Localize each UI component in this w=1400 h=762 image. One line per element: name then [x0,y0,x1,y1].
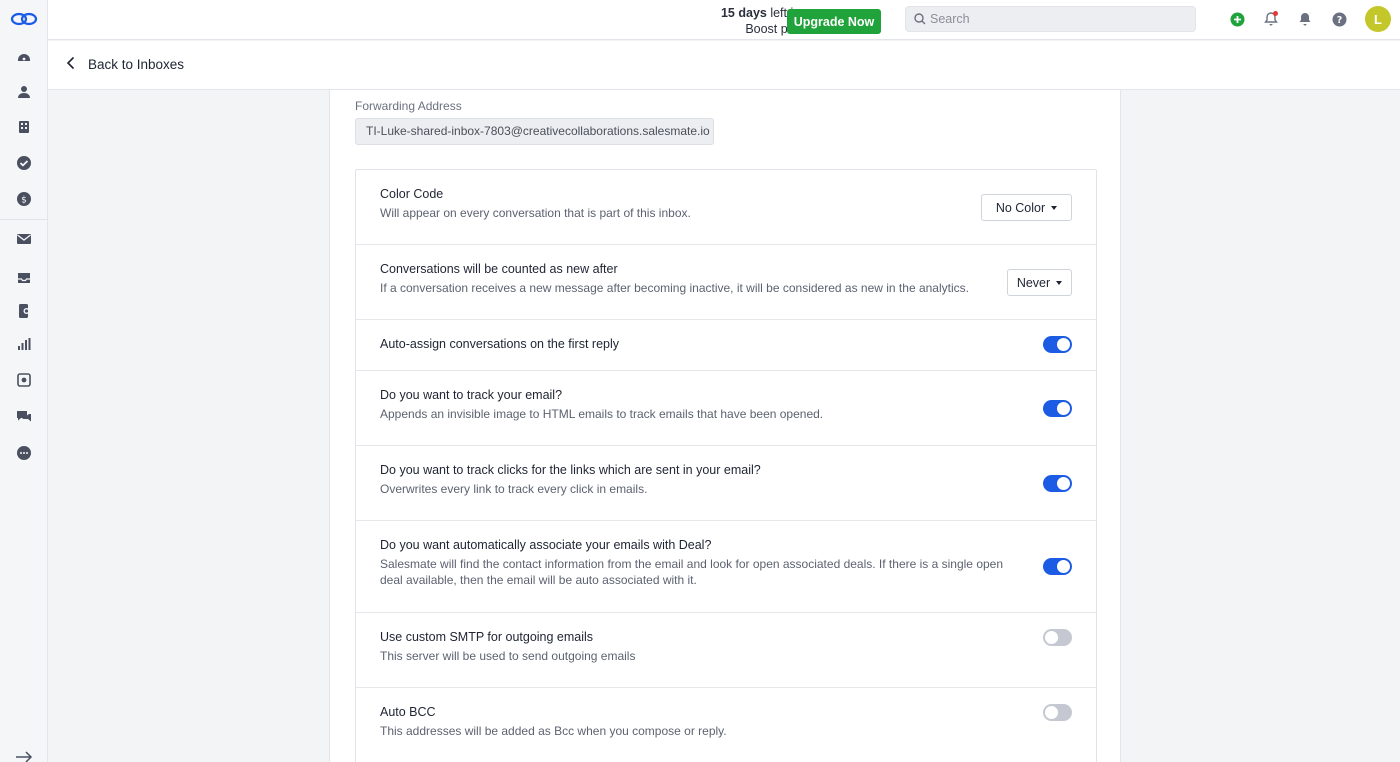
rail-divider [0,219,48,220]
top-bar: 15 days left in your Boost plan trial Up… [48,0,1400,40]
setting-description: This addresses will be added as Bcc when… [380,724,727,738]
toggle-knob [1057,402,1070,415]
setting-title: Color Code [380,187,444,201]
track-clicks-toggle[interactable] [1043,475,1072,492]
toggle-knob [1057,338,1070,351]
inbox-settings-panel: Forwarding Address TI-Luke-shared-inbox-… [329,90,1121,762]
setting-color-code: Color Code Will appear on every conversa… [356,170,1096,245]
setting-description: Salesmate will find the contact informat… [380,557,1004,587]
chat-icon[interactable] [14,407,34,427]
dialer-icon[interactable] [14,301,34,321]
counted-new-dropdown[interactable]: Never [1007,269,1072,296]
toggle-knob [1057,477,1070,490]
search-box[interactable] [905,6,1196,32]
color-code-selected: No Color [995,200,1046,215]
expand-arrow-icon[interactable] [14,747,34,762]
setting-title: Conversations will be counted as new aft… [380,262,618,276]
setting-auto-bcc: Auto BCC This addresses will be added as… [356,688,1096,762]
back-to-inboxes-link[interactable]: Back to Inboxes [66,56,184,73]
setting-associate-deal: Do you want automatically associate your… [356,521,1096,613]
settings-list: Color Code Will appear on every conversa… [355,169,1097,762]
setting-auto-assign: Auto-assign conversations on the first r… [356,320,1096,371]
deals-icon[interactable]: $ [14,189,34,209]
setting-title: Auto-assign conversations on the first r… [380,337,620,351]
setting-track-email: Do you want to track your email? Appends… [356,371,1096,446]
companies-icon[interactable] [14,117,34,137]
setting-custom-smtp: Use custom SMTP for outgoing emails This… [356,613,1096,688]
color-code-dropdown[interactable]: No Color [981,194,1072,221]
setting-description: This server will be used to send outgoin… [380,649,636,663]
caret-down-icon [1051,205,1058,210]
search-input[interactable] [930,10,1190,28]
setting-title: Do you want to track your email? [380,388,563,402]
upgrade-now-button[interactable]: Upgrade Now [787,9,881,34]
counted-new-selected: Never [1016,275,1051,290]
left-nav-rail: $ [0,0,48,762]
setting-description: Overwrites every link to track every cli… [380,482,648,496]
back-label: Back to Inboxes [88,57,185,72]
auto-bcc-toggle[interactable] [1043,704,1072,721]
dashboard-icon[interactable] [14,47,34,67]
auto-assign-toggle[interactable] [1043,336,1072,353]
notification-bell-icon[interactable] [1297,11,1313,27]
automation-icon[interactable] [14,370,34,390]
sub-header: Back to Inboxes [48,41,1400,90]
salesmate-logo-icon[interactable] [10,10,38,28]
tasks-icon[interactable] [14,153,34,173]
help-icon[interactable]: ? [1331,11,1347,27]
setting-title: Auto BCC [380,705,436,719]
setting-description: Appends an invisible image to HTML email… [380,407,824,421]
search-icon [914,13,926,28]
svg-text:?: ? [1336,15,1342,26]
associate-deal-toggle[interactable] [1043,558,1072,575]
setting-title: Use custom SMTP for outgoing emails [380,630,594,644]
add-icon[interactable] [1229,11,1245,27]
avatar[interactable]: L [1365,6,1391,32]
toggle-knob [1057,560,1070,573]
setting-track-clicks: Do you want to track clicks for the link… [356,446,1096,521]
email-icon[interactable] [14,229,34,249]
setting-title: Do you want to track clicks for the link… [380,463,761,477]
svg-text:$: $ [21,196,27,206]
toggle-knob [1045,631,1058,644]
contacts-icon[interactable] [14,82,34,102]
more-icon[interactable] [14,443,34,463]
inbox-icon[interactable] [14,268,34,288]
trial-days: 15 days [720,6,767,20]
setting-counted-new: Conversations will be counted as new aft… [356,245,1096,320]
forwarding-address-value: TI-Luke-shared-inbox-7803@creativecollab… [366,124,710,138]
forwarding-address-label: Forwarding Address [355,99,462,113]
forwarding-address-field[interactable]: TI-Luke-shared-inbox-7803@creativecollab… [355,118,714,145]
track-email-toggle[interactable] [1043,400,1072,417]
caret-down-icon [1056,280,1063,285]
reports-icon[interactable] [14,334,34,354]
setting-title: Do you want automatically associate your… [380,538,712,552]
custom-smtp-toggle[interactable] [1043,629,1072,646]
reminder-bell-icon[interactable] [1263,11,1279,27]
toggle-knob [1045,706,1058,719]
setting-description: Will appear on every conversation that i… [380,206,691,220]
chevron-left-icon [66,56,76,73]
setting-description: If a conversation receives a new message… [380,281,969,295]
